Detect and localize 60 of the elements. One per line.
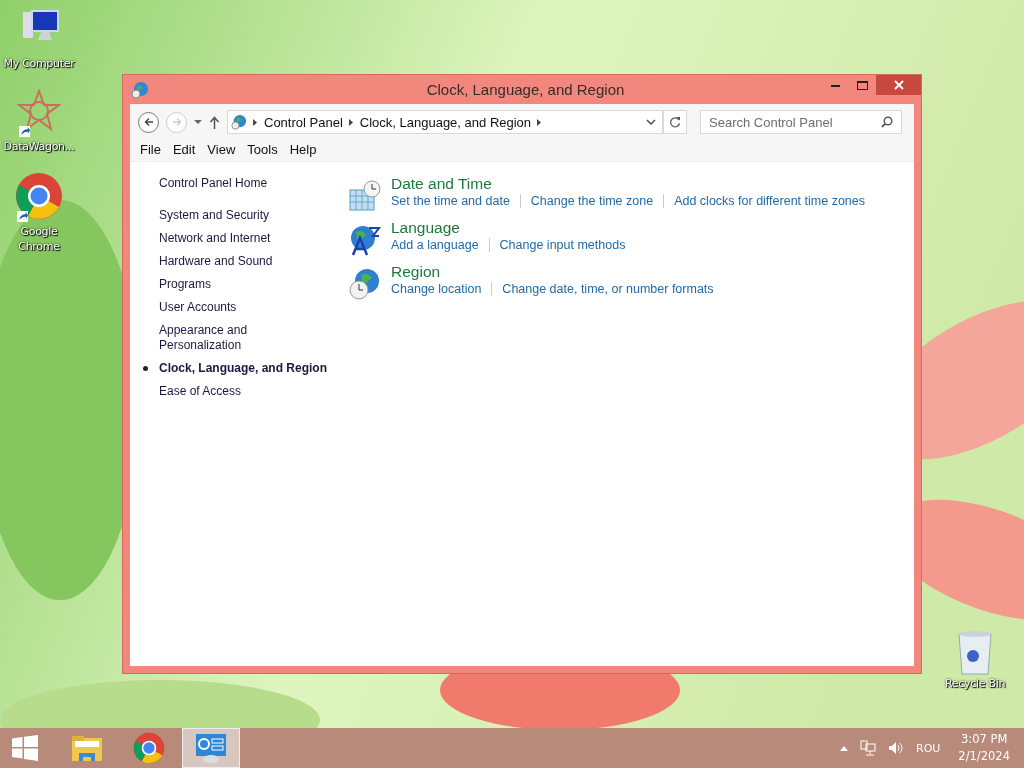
globe-clock-icon <box>349 268 381 300</box>
task-link[interactable]: Add a language <box>391 238 479 252</box>
refresh-icon <box>669 116 681 128</box>
control-panel-icon <box>231 114 247 130</box>
back-button[interactable] <box>138 111 159 133</box>
chrome-icon[interactable] <box>15 172 63 220</box>
globe-letter-icon <box>349 224 381 256</box>
calendar-clock-icon <box>349 180 381 212</box>
maximize-icon <box>857 80 868 90</box>
forward-arrow-icon <box>171 117 182 127</box>
windows-logo-icon <box>12 735 38 761</box>
search-field[interactable]: Search Control Panel <box>700 110 902 134</box>
task-link[interactable]: Change the time zone <box>530 194 654 208</box>
category-heading[interactable]: Language <box>391 218 626 238</box>
control-panel-icon <box>195 732 227 764</box>
close-icon <box>893 80 904 90</box>
folder-icon <box>71 734 103 762</box>
chevron-right-icon[interactable] <box>348 118 354 126</box>
menu-item[interactable]: View <box>201 141 242 158</box>
speaker-icon[interactable] <box>888 741 904 755</box>
breadcrumb[interactable]: Control Panel <box>264 114 343 130</box>
menu-item[interactable]: File <box>134 141 167 158</box>
category-heading[interactable]: Date and Time <box>391 174 865 194</box>
task-link[interactable]: Set the time and date <box>391 194 510 208</box>
taskbar-app[interactable] <box>182 728 240 768</box>
menu-item[interactable]: Help <box>283 141 323 158</box>
search-icon <box>881 116 893 128</box>
task-link[interactable]: Change location <box>391 282 482 296</box>
sidebar-item[interactable]: Appearance and Personalization <box>159 323 321 353</box>
sidebar-link[interactable]: Control Panel Home <box>159 176 335 190</box>
chrome-icon <box>133 732 165 764</box>
category-heading[interactable]: Region <box>391 262 714 282</box>
sidebar-item[interactable]: Network and Internet <box>159 231 321 246</box>
control-panel-icon <box>131 80 149 99</box>
chevron-right-icon <box>253 118 258 126</box>
task-link[interactable]: Add clocks for different time zones <box>674 194 865 208</box>
menu-item[interactable]: Tools <box>241 141 284 158</box>
bullet-icon <box>143 366 148 371</box>
address-bar[interactable]: Control Panel Clock, Language, and Region <box>227 110 663 134</box>
window-title: Clock, Language, and Region <box>425 81 626 98</box>
caret-up-icon[interactable] <box>840 745 848 751</box>
up-arrow-icon[interactable] <box>209 115 220 129</box>
close-button[interactable] <box>876 75 921 95</box>
sidebar-item[interactable]: User Accounts <box>159 300 321 315</box>
back-arrow-icon <box>143 117 154 127</box>
refresh-button[interactable] <box>663 110 687 134</box>
dropdown-caret-icon[interactable] <box>194 119 202 125</box>
sidebar-item[interactable]: Hardware and Sound <box>159 254 321 269</box>
breadcrumb[interactable]: Clock, Language, and Region <box>359 114 532 130</box>
dropdown-chevron-icon[interactable] <box>646 119 656 125</box>
sidebar-item[interactable]: Ease of Access <box>159 384 321 399</box>
sidebar-item[interactable]: System and Security <box>159 208 321 223</box>
minimize-icon <box>831 83 840 87</box>
task-link[interactable]: Change input methods <box>499 238 626 252</box>
sidebar-item[interactable]: Programs <box>159 277 321 292</box>
recycle-bin-icon[interactable] <box>955 630 995 676</box>
task-link[interactable]: Change date, time, or number formats <box>502 282 714 296</box>
chevron-right-icon[interactable] <box>537 118 543 126</box>
sidebar-item[interactable]: Clock, Language, and Region <box>159 361 335 376</box>
menu-item[interactable]: Edit <box>166 141 202 158</box>
